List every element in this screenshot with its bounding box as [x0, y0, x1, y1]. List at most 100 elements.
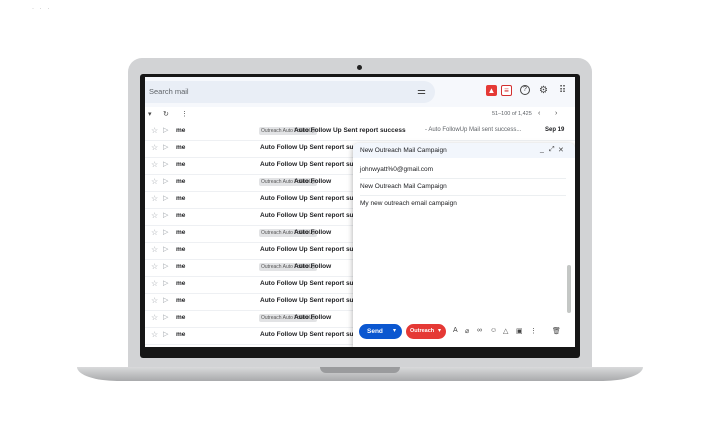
attach-icon[interactable]: ⌀: [465, 327, 469, 335]
sender-name: me: [176, 229, 186, 236]
sender-name: me: [176, 263, 186, 270]
important-icon[interactable]: ▷: [163, 245, 168, 253]
apps-grid-icon[interactable]: ⠿: [557, 85, 568, 96]
close-icon[interactable]: ✕: [558, 146, 564, 154]
sender-name: me: [176, 178, 186, 185]
subject-field[interactable]: New Outreach Mail Campaign: [360, 183, 447, 190]
important-icon[interactable]: ▷: [163, 330, 168, 338]
minimize-icon[interactable]: _: [540, 146, 544, 153]
mail-subject: Auto Follow Up Sent report succ: [260, 144, 361, 151]
divider: [360, 195, 566, 196]
important-icon[interactable]: ▷: [163, 194, 168, 202]
sender-name: me: [176, 297, 186, 304]
sender-name: me: [176, 314, 186, 321]
star-icon[interactable]: ☆: [151, 279, 158, 288]
mail-subject: Auto Follow Up Sent report succ: [260, 195, 361, 202]
important-icon[interactable]: ▷: [163, 160, 168, 168]
send-label: Send: [367, 328, 383, 335]
mail-subject: Auto Follow: [294, 229, 332, 236]
star-icon[interactable]: ☆: [151, 194, 158, 203]
link-icon[interactable]: ∞: [477, 327, 482, 334]
star-icon[interactable]: ☆: [151, 177, 158, 186]
sender-name: me: [176, 195, 186, 202]
more-options-icon[interactable]: ⋮: [530, 327, 537, 335]
mail-subject: Auto Follow: [294, 314, 332, 321]
star-icon[interactable]: ☆: [151, 313, 158, 322]
send-button[interactable]: Send ▾: [359, 324, 402, 339]
search-bar[interactable]: Search mail ⚌: [145, 81, 435, 103]
star-icon[interactable]: ☆: [151, 262, 158, 271]
important-icon[interactable]: ▷: [163, 279, 168, 287]
scrollbar[interactable]: [567, 265, 571, 313]
mail-subject: Auto Follow Up Sent report succ: [260, 212, 361, 219]
mail-date: Sep 19: [545, 127, 565, 133]
sender-name: me: [176, 331, 186, 338]
star-icon[interactable]: ☆: [151, 228, 158, 237]
prev-page-icon[interactable]: ‹: [538, 110, 540, 117]
star-icon[interactable]: ☆: [151, 143, 158, 152]
mail-subject: Auto Follow: [294, 178, 332, 185]
more-icon[interactable]: ⋮: [181, 110, 188, 118]
outreach-button[interactable]: Outreach ▾: [406, 324, 446, 339]
important-icon[interactable]: ▷: [163, 177, 168, 185]
sender-name: me: [176, 212, 186, 219]
trash-icon[interactable]: 🗑: [552, 327, 561, 335]
important-icon[interactable]: ▷: [163, 143, 168, 151]
important-icon[interactable]: ▷: [163, 313, 168, 321]
next-page-icon[interactable]: ›: [555, 110, 557, 117]
to-field[interactable]: johnwyatt%0@gmail.com: [360, 166, 433, 173]
divider: [360, 178, 566, 179]
emoji-icon[interactable]: ☺: [490, 327, 497, 334]
star-icon[interactable]: ☆: [151, 296, 158, 305]
sender-name: me: [176, 161, 186, 168]
mail-snippet: - Auto FollowUp Mail sent success...: [425, 127, 522, 133]
sender-name: me: [176, 246, 186, 253]
top-bar: Search mail ⚌ ▲ ≡ ? ⚙ ⠿: [145, 77, 575, 107]
important-icon[interactable]: ▷: [163, 296, 168, 304]
mail-subject: Auto Follow Up Sent report succ: [260, 331, 361, 338]
refresh-icon[interactable]: ↻: [163, 110, 169, 118]
laptop-notch: [320, 367, 400, 373]
sheet-extension-icon[interactable]: ≡: [501, 85, 512, 96]
search-input[interactable]: Search mail: [149, 87, 189, 96]
body-field[interactable]: My new outreach email campaign: [360, 200, 457, 207]
outreach-extension-icon[interactable]: ▲: [486, 85, 497, 96]
mail-row[interactable]: ☆ ▷ me Outreach Auto FollowUp Auto Follow Up…: [145, 123, 575, 141]
sender-name: me: [176, 280, 186, 287]
chevron-down-icon[interactable]: ▾: [438, 327, 441, 334]
compose-title: New Outreach Mail Campaign: [360, 147, 447, 154]
important-icon[interactable]: ▷: [163, 126, 168, 134]
star-icon[interactable]: ☆: [151, 211, 158, 220]
star-icon[interactable]: ☆: [151, 330, 158, 339]
important-icon[interactable]: ▷: [163, 228, 168, 236]
drive-icon[interactable]: △: [503, 327, 508, 335]
pagination-count: 51–100 of 1,425: [492, 111, 532, 117]
compose-window[interactable]: New Outreach Mail Campaign _ ⤢ ✕ johnwya…: [353, 143, 575, 347]
star-icon[interactable]: ☆: [151, 126, 158, 135]
select-dropdown-icon[interactable]: ▾: [148, 110, 152, 118]
chevron-down-icon[interactable]: ▾: [393, 327, 396, 334]
star-icon[interactable]: ☆: [151, 160, 158, 169]
format-text-icon[interactable]: A: [453, 327, 458, 334]
important-icon[interactable]: ▷: [163, 262, 168, 270]
mail-subject: Auto Follow: [294, 263, 332, 270]
mail-subject: Auto Follow Up Sent report succ: [260, 280, 361, 287]
list-toolbar: ▾ ↻ ⋮ 51–100 of 1,425 ‹ ›: [145, 107, 575, 123]
help-icon[interactable]: ?: [520, 85, 530, 95]
webcam: [357, 65, 362, 70]
gear-icon[interactable]: ⚙: [538, 85, 549, 96]
photo-icon[interactable]: ▣: [516, 327, 523, 335]
decorative-dots: · · ·: [32, 6, 52, 12]
sender-name: me: [176, 144, 186, 151]
mail-subject: Auto Follow Up Sent report succ: [260, 297, 361, 304]
important-icon[interactable]: ▷: [163, 211, 168, 219]
mail-subject: Auto Follow Up Sent report succ: [260, 161, 361, 168]
outreach-label: Outreach: [410, 328, 435, 334]
compose-header[interactable]: New Outreach Mail Campaign _ ⤢ ✕: [353, 143, 575, 158]
sender-name: me: [176, 127, 186, 134]
search-options-icon[interactable]: ⚌: [417, 86, 426, 97]
star-icon[interactable]: ☆: [151, 245, 158, 254]
expand-icon[interactable]: ⤢: [549, 146, 555, 154]
gmail-screen: Search mail ⚌ ▲ ≡ ? ⚙ ⠿ ▾ ↻ ⋮ 51–100 of …: [145, 77, 575, 347]
mail-subject: Auto Follow Up Sent report succ: [260, 246, 361, 253]
